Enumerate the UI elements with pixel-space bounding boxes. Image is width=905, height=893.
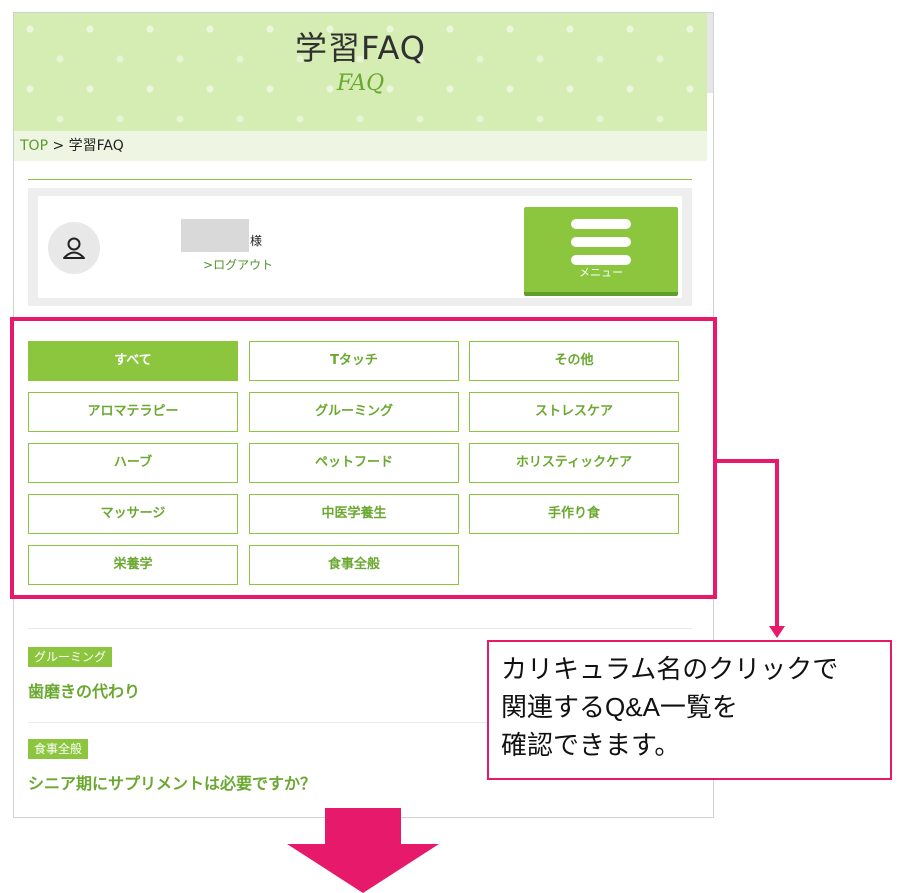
chevron-right-icon: >: [203, 258, 214, 272]
faq-tag: グルーミング: [28, 647, 113, 667]
callout-line: カリキュラム名のクリックで: [501, 654, 839, 684]
callout-line: 確認できます。: [501, 730, 681, 760]
avatar: [48, 222, 100, 274]
breadcrumb: TOP > 学習FAQ: [14, 131, 707, 161]
breadcrumb-separator: >: [52, 138, 65, 154]
page-title: 学習FAQ: [295, 29, 426, 67]
page-header: 学習FAQ FAQ: [14, 13, 707, 131]
annotation-connector: [717, 459, 779, 463]
section-divider: [28, 179, 692, 180]
faq-tag: 食事全般: [28, 739, 89, 759]
arrow-down-icon: [287, 808, 439, 893]
callout-line: 関連するQ&A一覧を: [501, 692, 738, 722]
logout-label: ログアウト: [213, 258, 274, 272]
scrollbar[interactable]: [707, 13, 713, 93]
menu-label: メニュー: [579, 266, 623, 279]
menu-button[interactable]: メニュー: [524, 207, 678, 296]
user-honorific: 様: [250, 234, 263, 248]
category-highlight-box: [10, 317, 717, 599]
user-panel: 様 >ログアウト メニュー: [28, 188, 692, 306]
user-name-redacted: [181, 219, 249, 252]
annotation-callout: カリキュラム名のクリックで 関連するQ&A一覧を 確認できます。: [487, 640, 892, 780]
annotation-connector: [775, 459, 779, 627]
page-subtitle: FAQ: [336, 71, 385, 96]
arrow-down-icon: [769, 626, 785, 638]
user-panel-inner: 様 >ログアウト メニュー: [38, 196, 682, 298]
breadcrumb-top-link[interactable]: TOP: [20, 138, 48, 154]
breadcrumb-current: 学習FAQ: [68, 138, 124, 154]
logout-link[interactable]: >ログアウト: [203, 256, 273, 273]
faq-question-link[interactable]: 歯磨きの代わり: [28, 678, 140, 702]
user-icon: [63, 237, 85, 259]
faq-divider: [28, 628, 692, 629]
faq-question-link[interactable]: シニア期にサプリメントは必要ですか？: [28, 770, 316, 794]
